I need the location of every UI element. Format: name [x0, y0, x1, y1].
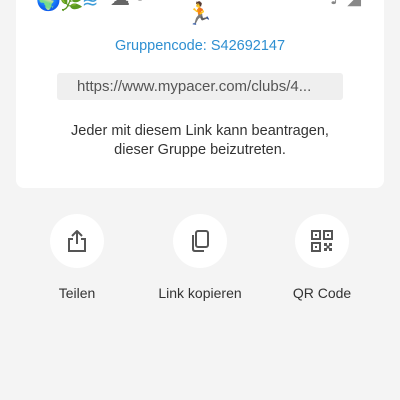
group-title-emoji-row: 🌍🌿≋ ☁ ᵍ ˟ 🏃 ♪ ◢	[0, 0, 400, 32]
share-group-screen: 🌍🌿≋ ☁ ᵍ ˟ 🏃 ♪ ◢ Gruppencode: S42692147 h…	[0, 0, 400, 400]
copy-link-button[interactable]: Link kopieren	[150, 214, 250, 301]
copy-icon	[192, 230, 209, 252]
qr-code-icon	[311, 230, 333, 252]
share-button-circle[interactable]	[50, 214, 104, 268]
share-icon	[68, 230, 86, 252]
share-description: Jeder mit diesem Link kann beantragen, d…	[0, 122, 400, 160]
runner-emoji-icon: 🏃	[186, 2, 214, 27]
end-emoji-icon: ♪ ◢	[330, 0, 361, 9]
qr-code-button-label: QR Code	[292, 285, 352, 301]
globe-nature-emoji-icon: 🌍🌿≋	[36, 0, 99, 12]
share-button[interactable]: Teilen	[27, 214, 127, 301]
share-link-field[interactable]: https://www.mypacer.com/clubs/4...	[57, 73, 343, 100]
qr-code-button[interactable]: QR Code	[272, 214, 372, 301]
copy-link-button-label: Link kopieren	[158, 285, 242, 301]
qr-code-button-circle[interactable]	[295, 214, 349, 268]
share-description-line1: Jeder mit diesem Link kann beantragen,	[71, 123, 329, 139]
share-button-label: Teilen	[58, 285, 96, 301]
group-code-label: Gruppencode: S42692147	[114, 38, 286, 54]
group-title-fragment-icon: ☁ ᵍ ˟	[110, 0, 161, 10]
share-description-line2: dieser Gruppe beizutreten.	[114, 142, 286, 158]
copy-link-button-circle[interactable]	[173, 214, 227, 268]
